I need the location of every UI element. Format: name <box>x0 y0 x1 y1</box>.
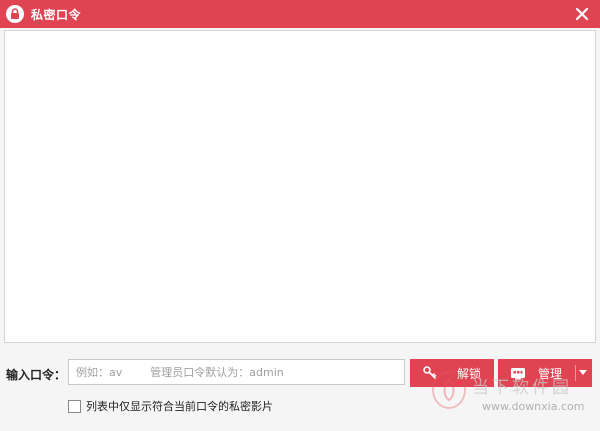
filter-label: 列表中仅显示符合当前口令的私密影片 <box>86 400 273 413</box>
private-video-list[interactable] <box>4 30 596 343</box>
placeholder-example: 例如：av <box>76 366 123 379</box>
filter-checkbox[interactable] <box>68 399 81 413</box>
placeholder-hint: 管理员口令默认为：admin <box>150 366 284 379</box>
password-label: 输入口令： <box>6 368 67 382</box>
caret-down-icon[interactable] <box>578 368 588 378</box>
close-icon[interactable] <box>572 4 592 24</box>
watermark-logo-icon <box>432 371 466 409</box>
watermark-text: 当下软件园 <box>472 378 572 398</box>
watermark-url: www.downxia.com <box>482 400 585 413</box>
button-divider <box>575 365 576 381</box>
password-input[interactable]: 例如：av 管理员口令默认为：admin <box>68 359 405 385</box>
window-title: 私密口令 <box>31 7 82 22</box>
title-bar: 私密口令 <box>0 0 600 28</box>
filter-option[interactable]: 列表中仅显示符合当前口令的私密影片 <box>68 398 273 414</box>
lock-icon <box>6 5 24 23</box>
